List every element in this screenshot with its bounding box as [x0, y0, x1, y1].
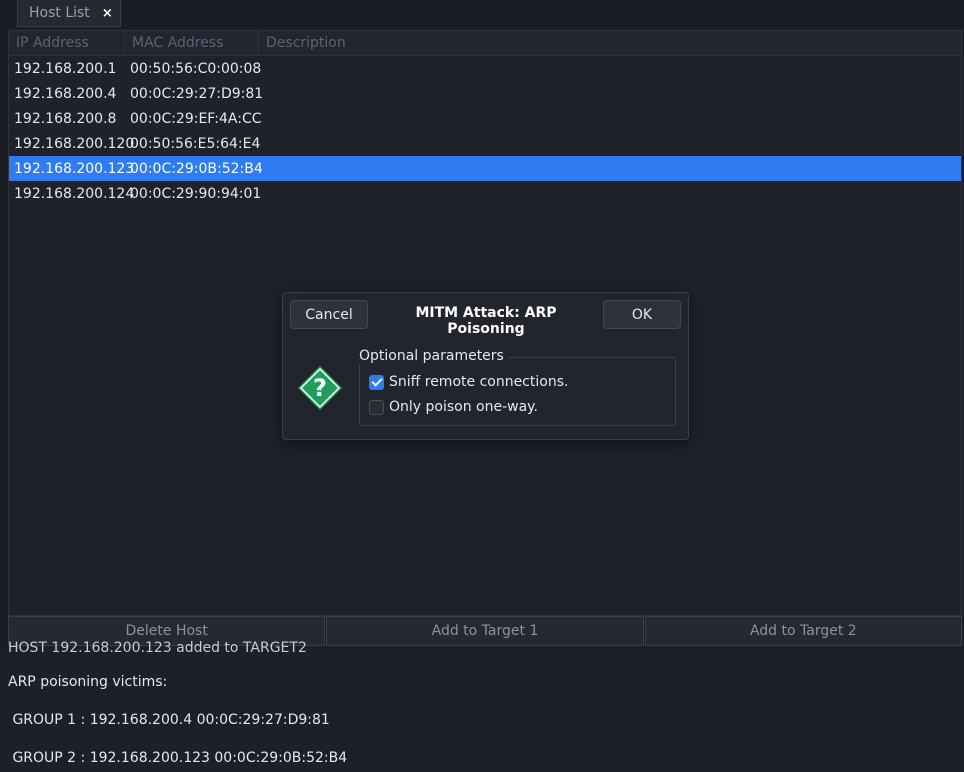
cell-mac: 00:0C:29:EF:4A:CC	[130, 110, 262, 127]
table-row-selected[interactable]: 192.168.200.123 00:0C:29:0B:52:B4	[9, 156, 961, 181]
add-to-target2-button[interactable]: Add to Target 2	[644, 616, 962, 646]
log-line: GROUP 2 : 192.168.200.123 00:0C:29:0B:52…	[8, 750, 348, 766]
one-way-checkbox[interactable]: Only poison one-way.	[369, 399, 538, 415]
ok-button[interactable]: OK	[603, 300, 681, 329]
table-row[interactable]: 192.168.200.1 00:50:56:C0:00:08	[9, 56, 961, 81]
table-header: IP Address MAC Address Description	[9, 30, 961, 56]
cell-ip: 192.168.200.4	[14, 85, 117, 102]
sniff-remote-checkbox[interactable]: Sniff remote connections.	[369, 374, 568, 390]
svg-text:?: ?	[313, 374, 327, 402]
tab-host-list[interactable]: Host List ×	[17, 0, 121, 27]
table-row[interactable]: 192.168.200.124 00:0C:29:90:94:01	[9, 181, 961, 206]
column-header-description[interactable]: Description	[259, 31, 459, 56]
add-to-target1-button[interactable]: Add to Target 1	[326, 616, 644, 646]
question-icon: ?	[297, 365, 343, 411]
tab-bar: Host List ×	[0, 0, 964, 28]
log-line: GROUP 1 : 192.168.200.4 00:0C:29:27:D9:8…	[8, 712, 330, 728]
window-edge	[0, 28, 8, 648]
checkbox-label: Sniff remote connections.	[389, 374, 569, 390]
cell-ip: 192.168.200.123	[14, 160, 135, 177]
cell-mac: 00:50:56:E5:64:E4	[130, 135, 261, 152]
frame-label: Optional parameters	[359, 348, 508, 364]
column-header-mac[interactable]: MAC Address	[125, 30, 259, 56]
cell-mac: 00:0C:29:0B:52:B4	[130, 160, 263, 177]
cell-mac: 00:0C:29:90:94:01	[130, 185, 262, 202]
log-line: HOST 192.168.200.123 added to TARGET2	[8, 640, 307, 656]
checkbox-label: Only poison one-way.	[389, 399, 538, 415]
column-header-ip[interactable]: IP Address	[9, 30, 125, 56]
tab-label: Host List	[29, 5, 90, 21]
log-line: ARP poisoning victims:	[8, 674, 168, 690]
checkbox-checked[interactable]	[369, 374, 384, 390]
cell-mac: 00:50:56:C0:00:08	[130, 60, 262, 77]
dialog-title: MITM Attack: ARP Poisoning	[415, 305, 557, 337]
cell-ip: 192.168.200.124	[14, 185, 135, 202]
arp-poisoning-dialog: Cancel MITM Attack: ARP Poisoning OK ? O…	[282, 292, 689, 440]
cell-mac: 00:0C:29:27:D9:81	[130, 85, 264, 102]
cancel-button[interactable]: Cancel	[290, 300, 368, 329]
cell-ip: 192.168.200.1	[14, 60, 117, 77]
cell-ip: 192.168.200.8	[14, 110, 117, 127]
close-icon[interactable]: ×	[102, 6, 113, 21]
optional-parameters-frame	[359, 357, 676, 426]
log-output: HOST 192.168.200.123 added to TARGET2 AR…	[0, 640, 964, 772]
checkbox-unchecked[interactable]	[369, 399, 384, 415]
table-row[interactable]: 192.168.200.8 00:0C:29:EF:4A:CC	[9, 106, 961, 131]
cell-ip: 192.168.200.120	[14, 135, 135, 152]
table-row[interactable]: 192.168.200.120 00:50:56:E5:64:E4	[9, 131, 961, 156]
table-row[interactable]: 192.168.200.4 00:0C:29:27:D9:81	[9, 81, 961, 106]
table-body: 192.168.200.1 00:50:56:C0:00:08 192.168.…	[9, 56, 961, 206]
